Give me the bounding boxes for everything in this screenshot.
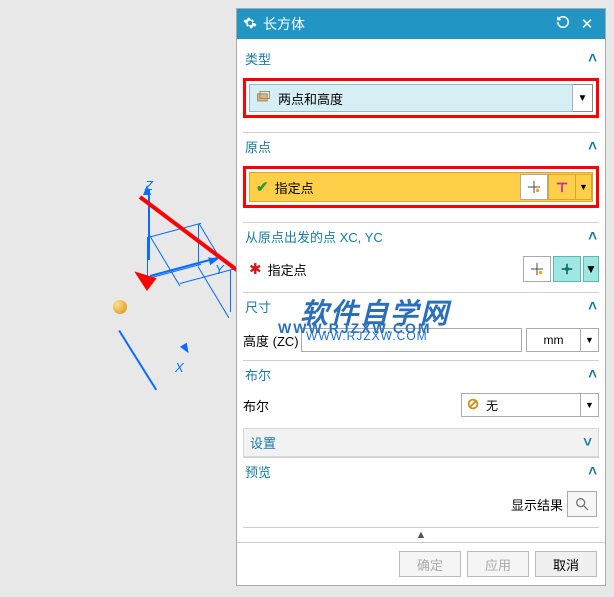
- required-star-icon: ✱: [249, 260, 262, 278]
- origin-specify-point-row[interactable]: ✔ 指定点 ▼: [249, 172, 593, 202]
- chevron-down-icon: ˅: [583, 434, 592, 451]
- type-selected: 两点和高度: [278, 89, 343, 108]
- unit-dropdown-arrow[interactable]: ▼: [581, 328, 599, 352]
- inferred-point-button[interactable]: [548, 174, 576, 200]
- none-icon: [466, 397, 480, 414]
- height-input[interactable]: WWW.RJZXW.COM: [301, 328, 522, 352]
- axis-x-arrow: [180, 343, 192, 356]
- chevron-up-icon: ˄: [588, 228, 597, 245]
- chevron-up-icon: ˄: [588, 366, 597, 383]
- height-label: 高度 (ZC): [243, 331, 301, 350]
- apply-button[interactable]: 应用: [467, 551, 529, 577]
- annotation-arrow-head: [129, 265, 156, 291]
- origin-highlight: ✔ 指定点 ▼: [243, 166, 599, 208]
- inferred-point-dropdown[interactable]: ▼: [576, 174, 592, 200]
- section-bool-label: 布尔: [245, 365, 271, 384]
- reset-icon[interactable]: [551, 15, 575, 33]
- chevron-up-icon: ˄: [588, 138, 597, 155]
- viewport-3d[interactable]: Z Y X: [0, 0, 235, 597]
- point-dialog-button[interactable]: [553, 256, 581, 282]
- chevron-up-icon: ˄: [588, 50, 597, 67]
- show-result-button[interactable]: [567, 491, 597, 517]
- cancel-button[interactable]: 取消: [535, 551, 597, 577]
- bool-dropdown-arrow[interactable]: ▼: [581, 393, 599, 417]
- collapse-up-handle[interactable]: ▲: [243, 527, 599, 542]
- block-dialog: 长方体 ✕ 类型 ˄ 两点和高度 ▼: [236, 8, 606, 586]
- axis-x-label: X: [175, 360, 184, 375]
- dialog-titlebar[interactable]: 长方体 ✕: [237, 9, 605, 39]
- section-preview-label: 预览: [245, 462, 271, 481]
- origin-spec-label: 指定点: [275, 178, 314, 197]
- section-size-header[interactable]: 尺寸 ˄: [243, 292, 599, 320]
- dialog-title: 长方体: [263, 14, 305, 34]
- section-settings-header[interactable]: 设置 ˅: [243, 428, 599, 457]
- section-fromorigin-header[interactable]: 从原点出发的点 XC, YC ˄: [243, 222, 599, 250]
- point-constructor-button[interactable]: [520, 174, 548, 200]
- origin-handle[interactable]: [113, 300, 127, 314]
- ok-button[interactable]: 确定: [399, 551, 461, 577]
- type-highlight: 两点和高度 ▼: [243, 78, 599, 118]
- section-fromorigin-label: 从原点出发的点 XC, YC: [245, 227, 383, 246]
- type-dropdown[interactable]: 两点和高度: [249, 84, 573, 112]
- section-type-label: 类型: [245, 49, 271, 68]
- unit-select[interactable]: mm: [526, 328, 581, 352]
- bool-selected: 无: [486, 397, 498, 414]
- gear-icon: [243, 16, 257, 33]
- block-type-icon: [256, 90, 272, 107]
- bool-field-label: 布尔: [243, 396, 461, 415]
- section-type-header[interactable]: 类型 ˄: [243, 45, 599, 72]
- check-icon: ✔: [256, 178, 269, 196]
- axis-z-label: Z: [145, 178, 153, 193]
- fromorigin-specify-point-row[interactable]: ✱ 指定点 ▼: [243, 254, 599, 284]
- section-origin-label: 原点: [245, 137, 271, 156]
- point-dialog-dropdown[interactable]: ▼: [583, 256, 599, 282]
- point-constructor-button-2[interactable]: [523, 256, 551, 282]
- axis-x-line: [118, 330, 157, 390]
- bool-select[interactable]: 无: [461, 393, 581, 417]
- section-settings-label: 设置: [250, 433, 276, 452]
- close-icon[interactable]: ✕: [575, 15, 599, 33]
- axis-y-line: [150, 257, 218, 277]
- axis-y-label: Y: [215, 262, 224, 277]
- section-origin-header[interactable]: 原点 ˄: [243, 132, 599, 160]
- show-result-label: 显示结果: [511, 495, 563, 514]
- type-dropdown-arrow[interactable]: ▼: [573, 84, 593, 112]
- chevron-up-icon: ˄: [588, 463, 597, 480]
- section-size-label: 尺寸: [245, 297, 271, 316]
- chevron-up-icon: ˄: [588, 298, 597, 315]
- dialog-footer: 确定 应用 取消: [237, 542, 605, 585]
- fromorigin-spec-label: 指定点: [268, 260, 307, 279]
- section-bool-header[interactable]: 布尔 ˄: [243, 360, 599, 388]
- section-preview-header[interactable]: 预览 ˄: [243, 457, 599, 485]
